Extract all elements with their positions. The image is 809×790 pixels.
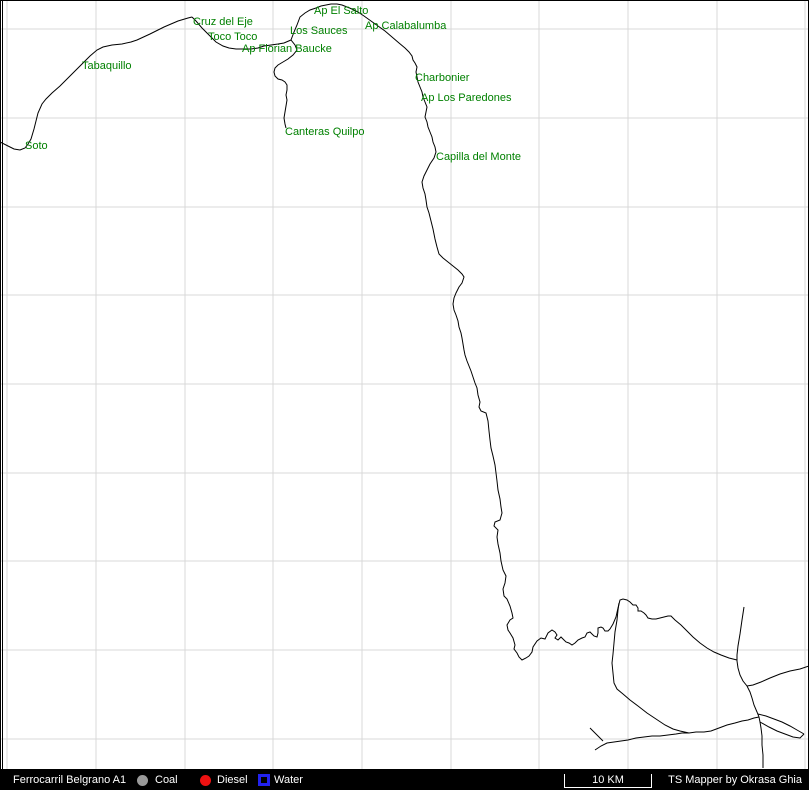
status-bar: Ferrocarril Belgrano A1 Coal Diesel Wate… — [0, 770, 809, 790]
water-legend-icon — [258, 774, 270, 786]
map-border — [1, 1, 809, 770]
route-name: Ferrocarril Belgrano A1 — [13, 773, 126, 787]
ts-mapper-window: Cruz del Eje Toco Toco Ap El Salto Los S… — [0, 0, 809, 790]
track-southwest-line — [595, 717, 759, 750]
coal-legend-label: Coal — [155, 773, 178, 787]
station-label-capilla-del-monte: Capilla del Monte — [436, 151, 521, 163]
map-gridlines — [0, 0, 809, 770]
scale-bar: 10 KM — [564, 774, 652, 788]
station-label-canteras-quilpo: Canteras Quilpo — [285, 126, 365, 138]
station-label-los-sauces: Los Sauces — [290, 25, 348, 37]
track-north-stub — [737, 607, 763, 768]
station-label-ap-florian-baucke: Ap Florian Baucke — [242, 43, 332, 55]
track-east-line — [747, 666, 809, 686]
track-wye-upper — [758, 714, 804, 734]
station-label-charbonier: Charbonier — [415, 72, 470, 84]
station-label-soto: Soto — [25, 140, 48, 152]
station-label-toco-toco: Toco Toco — [208, 31, 257, 43]
station-label-ap-los-paredones: Ap Los Paredones — [421, 92, 512, 104]
diesel-legend-label: Diesel — [217, 773, 248, 787]
station-label-ap-el-salto: Ap El Salto — [314, 5, 368, 17]
route-map[interactable]: Cruz del Eje Toco Toco Ap El Salto Los S… — [0, 0, 809, 770]
station-label-cruz-del-eje: Cruz del Eje — [193, 16, 253, 28]
coal-legend-icon — [137, 775, 148, 786]
credit-text: TS Mapper by Okrasa Ghia — [668, 773, 802, 787]
station-label-tabaquillo: Tabaquillo — [82, 60, 132, 72]
track-main-line — [291, 4, 737, 660]
diesel-legend-icon — [200, 775, 211, 786]
station-label-ap-calabalumba: Ap Calabalumba — [365, 20, 447, 32]
water-legend-label: Water — [274, 773, 303, 787]
